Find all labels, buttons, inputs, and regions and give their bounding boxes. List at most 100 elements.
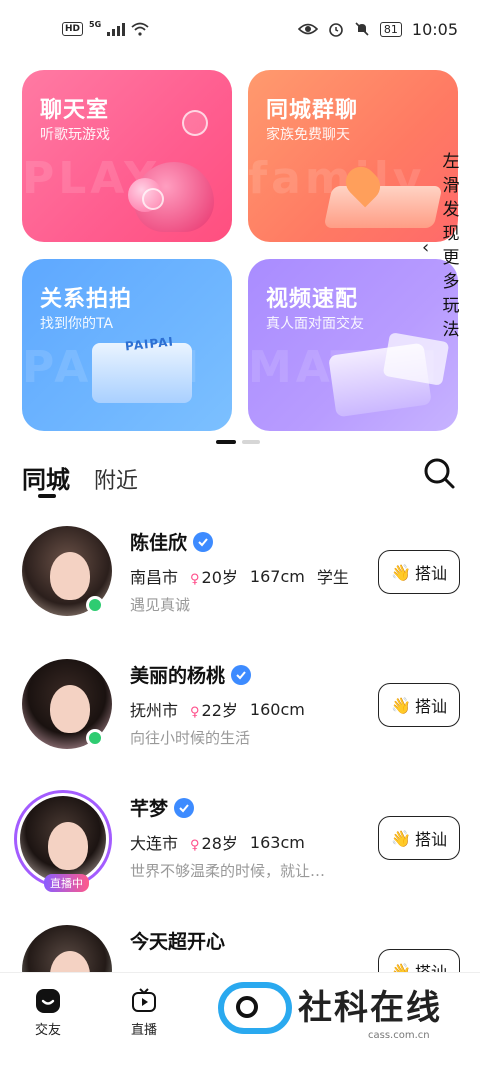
hd-indicator: HD <box>62 22 84 36</box>
wave-hand-icon: 👋 <box>391 828 411 848</box>
wave-hand-icon: 👋 <box>391 695 411 715</box>
user-name: 今天超开心 <box>130 931 226 953</box>
printer-illustration <box>92 343 192 403</box>
tab-same-city[interactable]: 同城 <box>22 460 70 498</box>
user-height: 160cm <box>249 699 305 719</box>
city-group-chat-card[interactable]: family 同城群聊 家族免费聊天 <box>248 70 458 242</box>
greet-button[interactable]: 👋 搭讪 <box>378 550 460 594</box>
greet-button[interactable]: 👋 搭讪 <box>378 816 460 860</box>
online-indicator <box>86 729 104 747</box>
greet-label: 搭讪 <box>414 697 447 716</box>
bubble-icon <box>182 110 208 136</box>
user-name: 陈佳欣 <box>130 532 188 554</box>
live-nav-icon <box>132 988 156 1012</box>
watermark-url: cass.com.cn <box>368 1030 430 1041</box>
side-tab-char: 现 <box>442 224 460 244</box>
pager-dot-active <box>216 440 236 444</box>
greet-button[interactable]: 👋 搭讪 <box>378 683 460 727</box>
side-tab-char: 左 <box>442 152 460 172</box>
network-type: 5G <box>89 19 102 29</box>
user-name-line: 陈佳欣 <box>130 528 214 555</box>
user-job: 学生 <box>316 568 349 587</box>
video-match-card[interactable]: MATCH 视频速配 真人面对面交友 <box>248 259 458 431</box>
battery-indicator: 81 <box>379 21 402 37</box>
user-city: 南昌市 <box>130 568 179 587</box>
female-icon: ♀ <box>190 838 200 853</box>
watermark-text: 社科在线 <box>298 988 442 1028</box>
user-meta: 抚州市 ♀ 22岁 160cm <box>130 697 305 721</box>
greet-label: 搭讪 <box>414 830 447 849</box>
pager-dot <box>242 440 260 444</box>
signal-icon <box>107 22 126 36</box>
side-tab-char: 法 <box>442 320 460 340</box>
user-name-line: 美丽的杨桃 <box>130 661 252 688</box>
more-features-side-tab[interactable]: ‹ 左 滑 发 现 更 多 玩 法 <box>422 150 466 350</box>
user-bio: 向往小时候的生活 <box>130 729 251 747</box>
mute-icon <box>355 22 369 36</box>
nav-friends[interactable]: 交友 <box>18 987 78 1038</box>
relationship-pai-card[interactable]: PAIPAI 关系拍拍 找到你的TA PAIPAI <box>22 259 232 431</box>
user-city: 抚州市 <box>130 701 179 720</box>
nav-friends-label: 交友 <box>34 1023 61 1038</box>
card-subtitle: 听歌玩游戏 <box>40 127 110 143</box>
user-bio: 遇见真诚 <box>130 596 191 614</box>
female-icon: ♀ <box>190 572 200 587</box>
nav-live-label: 直播 <box>130 1023 157 1038</box>
verified-icon <box>193 531 214 552</box>
user-age: 28岁 <box>201 834 238 853</box>
avatar-face <box>50 552 90 600</box>
side-tab-char: 滑 <box>442 176 460 196</box>
search-icon[interactable] <box>422 456 456 490</box>
user-row[interactable]: 美丽的杨桃 抚州市 ♀ 22岁 160cm 向往小时候的生活 👋 搭讪 <box>0 653 480 786</box>
bubble-icon <box>142 188 164 210</box>
user-age: 22岁 <box>201 701 238 720</box>
group-illustration <box>323 186 443 228</box>
user-city: 大连市 <box>130 834 179 853</box>
greet-label: 搭讪 <box>414 564 447 583</box>
verified-icon <box>231 664 252 685</box>
avatar[interactable] <box>20 796 106 882</box>
user-name-line: 芊梦 <box>130 794 195 821</box>
watermark-logo-eye <box>236 996 258 1018</box>
user-age: 20岁 <box>201 568 238 587</box>
watermark: 社科在线 cass.com.cn <box>218 978 478 1048</box>
user-name-line: 今天超开心 <box>130 927 225 954</box>
card-subtitle: 真人面对面交友 <box>266 316 364 332</box>
chatroom-card[interactable]: PLAY 聊天室 听歌玩游戏 <box>22 70 232 242</box>
card-title: 聊天室 <box>40 98 110 123</box>
user-row[interactable]: 直播中 芊梦 大连市 ♀ 28岁 163cm 世界不够温柔的时候，就让… 👋 搭讪 <box>0 786 480 919</box>
side-tab-char: 发 <box>442 200 460 220</box>
card-title: 同城群聊 <box>266 98 359 123</box>
verified-icon <box>174 797 195 818</box>
user-bio: 世界不够温柔的时候，就让… <box>130 862 326 880</box>
chevron-left-icon: ‹ <box>422 237 430 258</box>
card-title: 关系拍拍 <box>40 287 133 312</box>
female-icon: ♀ <box>190 705 200 720</box>
eye-icon <box>297 23 318 35</box>
user-meta: 南昌市 ♀ 20岁 167cm 学生 <box>130 564 349 588</box>
user-row[interactable]: 陈佳欣 南昌市 ♀ 20岁 167cm 学生 遇见真诚 👋 搭讪 <box>0 520 480 653</box>
alarm-icon <box>329 23 343 37</box>
clock: 10:05 <box>411 19 458 39</box>
user-age-group: ♀ 28岁 <box>190 830 238 854</box>
card-subtitle: 家族免费聊天 <box>266 127 350 143</box>
friends-nav-icon <box>36 989 60 1013</box>
user-name: 美丽的杨桃 <box>130 665 226 687</box>
wave-hand-icon: 👋 <box>391 562 411 582</box>
feed-tabs: 同城 附近 <box>22 460 138 498</box>
live-badge: 直播中 <box>44 874 89 892</box>
nav-live[interactable]: 直播 <box>114 987 174 1038</box>
side-tab-char: 更 <box>442 248 460 268</box>
wifi-icon <box>131 22 149 36</box>
tab-nearby[interactable]: 附近 <box>94 463 138 495</box>
avatar-face <box>50 685 90 733</box>
user-age-group: ♀ 20岁 <box>190 564 238 588</box>
online-indicator <box>86 596 104 614</box>
card-subtitle: 找到你的TA <box>40 316 114 332</box>
status-bar: HD 5G 81 10:05 <box>0 0 480 58</box>
avatar-face <box>48 822 88 870</box>
user-age-group: ♀ 22岁 <box>190 697 238 721</box>
user-height: 163cm <box>249 832 305 852</box>
side-tab-char: 多 <box>442 272 460 292</box>
card-title: 视频速配 <box>266 287 359 312</box>
